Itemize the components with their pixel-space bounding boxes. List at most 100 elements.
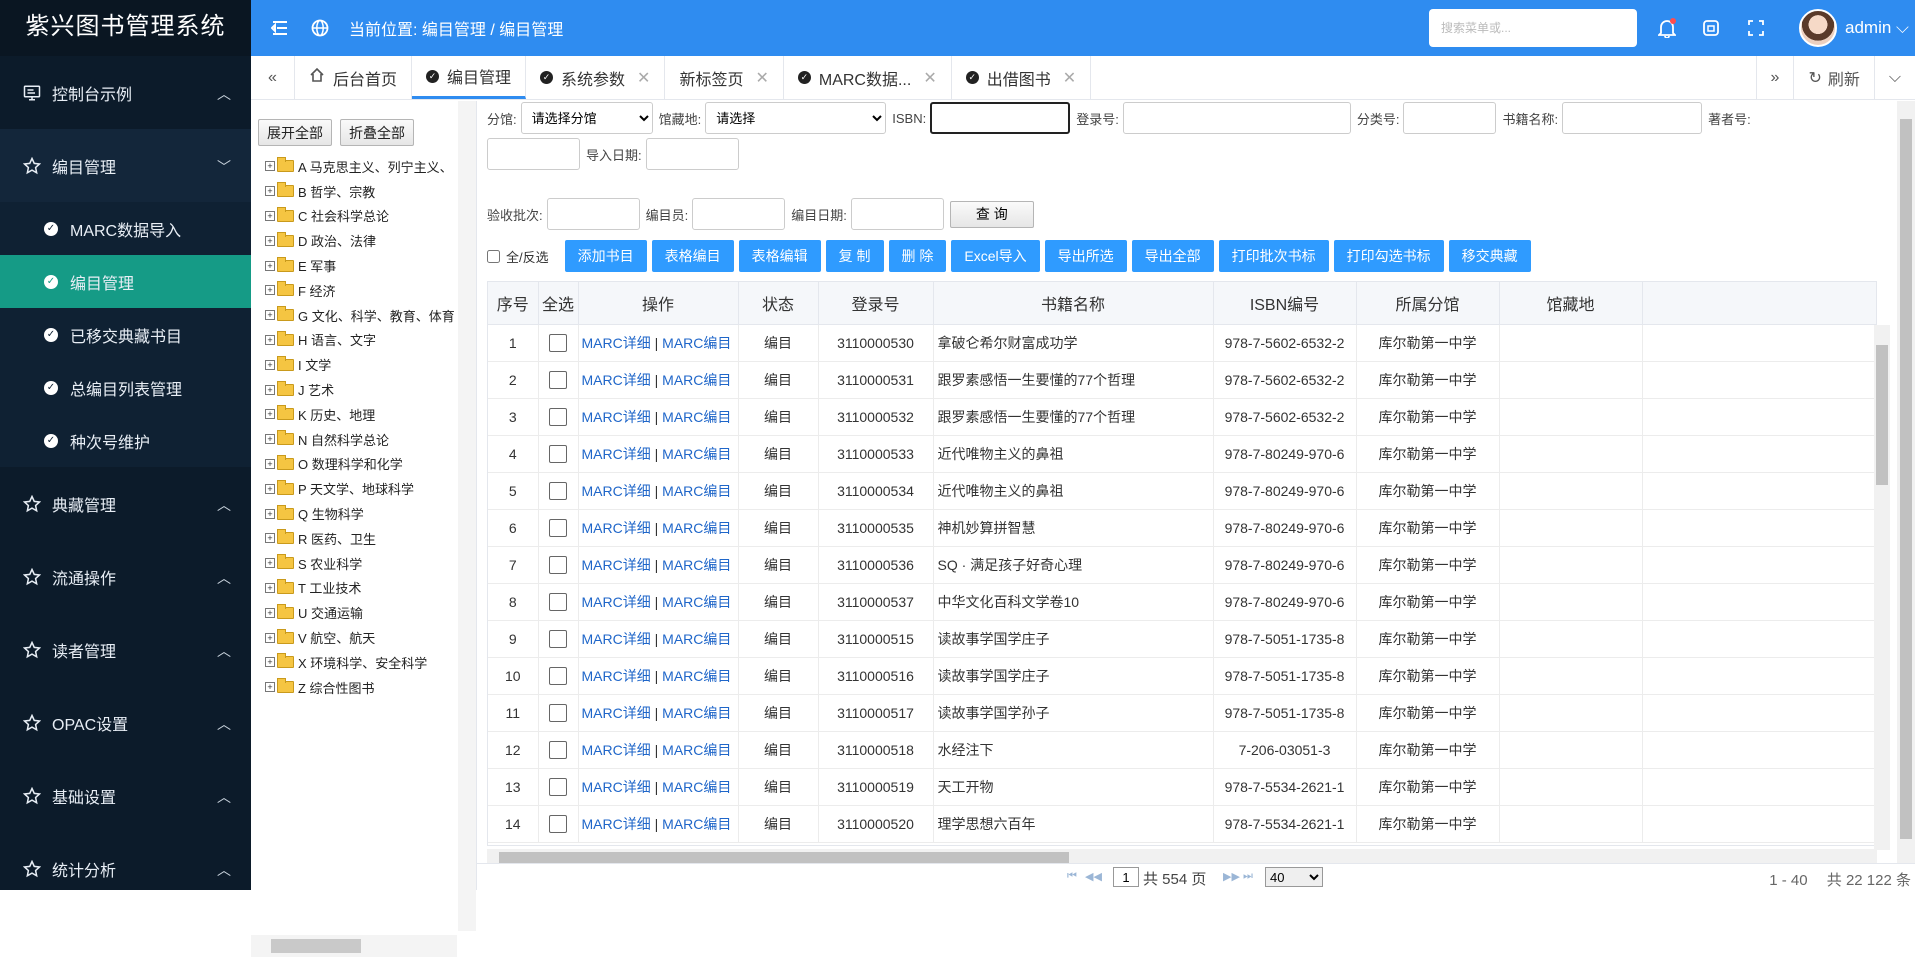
expand-plus-icon[interactable]: + — [265, 310, 275, 321]
tab-5[interactable]: ✓ 出借图书 ✕ — [952, 56, 1092, 99]
table-row[interactable]: 4 MARC详细 | MARC编目 编目 3110000533 近代唯物主义的鼻祖 978… — [488, 435, 1876, 473]
row-checkbox[interactable] — [549, 592, 567, 611]
user-menu[interactable]: admin ⌵ — [1845, 18, 1909, 38]
column-header[interactable]: ISBN编号 — [1213, 282, 1357, 325]
expand-plus-icon[interactable]: + — [265, 483, 275, 494]
action-button-10[interactable]: 移交典藏 — [1448, 240, 1531, 272]
tree-node[interactable]: + B 哲学、宗教 — [265, 179, 461, 204]
avatar[interactable] — [1799, 9, 1837, 47]
collapse-all-button[interactable]: 折叠全部 — [340, 119, 414, 146]
marc-detail-link[interactable]: MARC详细 — [582, 335, 651, 351]
expand-plus-icon[interactable]: + — [265, 434, 275, 445]
page-vertical-scrollbar[interactable] — [1897, 101, 1915, 863]
marc-edit-link[interactable]: MARC编目 — [662, 520, 731, 536]
close-icon[interactable]: ✕ — [923, 68, 936, 88]
sidebar-group-1[interactable]: 编目管理 ﹀ — [0, 129, 251, 202]
table-row[interactable]: 1 MARC详细 | MARC编目 编目 3110000530 拿破仑希尔财富成功学 97… — [488, 324, 1876, 362]
tree-vertical-scrollbar[interactable] — [458, 101, 476, 931]
row-checkbox[interactable] — [549, 370, 567, 389]
action-button-7[interactable]: 导出全部 — [1131, 240, 1214, 272]
marc-edit-link[interactable]: MARC编目 — [662, 335, 731, 351]
title-input[interactable] — [1562, 102, 1703, 134]
expand-plus-icon[interactable]: + — [265, 235, 275, 246]
table-row[interactable]: 3 MARC详细 | MARC编目 编目 3110000532 跟罗素感悟一生要懂的77… — [488, 398, 1876, 436]
expand-plus-icon[interactable]: + — [265, 458, 275, 469]
sidebar-group-7[interactable]: 统计分析 ︿ — [0, 832, 251, 905]
catalog-date-input[interactable] — [850, 198, 944, 230]
sidebar-item-3[interactable]: ✓ 总编目列表管理 — [0, 361, 251, 414]
tab-menu-chevron-icon[interactable]: ⌵ — [1873, 56, 1915, 99]
tree-scroll-thumb[interactable] — [271, 939, 361, 953]
table-row[interactable]: 11 MARC详细 | MARC编目 编目 3110000517 读故事学国学孙子 978… — [488, 694, 1876, 732]
tree-node[interactable]: + Z 综合性图书 — [265, 675, 461, 700]
action-button-9[interactable]: 打印勾选书标 — [1333, 240, 1444, 272]
expand-plus-icon[interactable]: + — [265, 161, 275, 172]
tree-node[interactable]: + C 社会科学总论 — [265, 204, 461, 229]
tabs-scroll-right-icon[interactable]: » — [1755, 56, 1794, 99]
expand-plus-icon[interactable]: + — [265, 558, 275, 569]
row-checkbox[interactable] — [549, 740, 567, 759]
regno-input[interactable] — [1122, 102, 1351, 134]
table-vscroll-thumb[interactable] — [1876, 345, 1888, 485]
class-no-input[interactable] — [1403, 102, 1497, 134]
tabs-scroll-left-icon[interactable]: « — [251, 56, 295, 99]
sidebar-group-3[interactable]: 流通操作 ︿ — [0, 540, 251, 613]
last-page-icon[interactable]: ⏭ — [1243, 870, 1253, 883]
marc-detail-link[interactable]: MARC详细 — [582, 779, 651, 795]
tree-node[interactable]: + V 航空、航天 — [265, 625, 461, 650]
row-checkbox[interactable] — [549, 407, 567, 426]
tree-node[interactable]: + I 文学 — [265, 352, 461, 377]
tree-node[interactable]: + S 农业科学 — [265, 551, 461, 576]
page-scroll-thumb[interactable] — [1900, 119, 1912, 839]
expand-plus-icon[interactable]: + — [265, 384, 275, 395]
tree-node[interactable]: + H 语言、文字 — [265, 328, 461, 353]
expand-plus-icon[interactable]: + — [265, 210, 275, 221]
marc-detail-link[interactable]: MARC详细 — [582, 816, 651, 832]
action-button-2[interactable]: 表格编辑 — [738, 240, 821, 272]
column-header[interactable]: 书籍名称 — [933, 282, 1214, 325]
tab-3[interactable]: 新标签页 ✕ — [665, 56, 784, 99]
marc-edit-link[interactable]: MARC编目 — [662, 372, 731, 388]
column-header[interactable]: 全选 — [538, 282, 579, 325]
action-button-6[interactable]: 导出所选 — [1044, 240, 1127, 272]
author-no-input[interactable] — [487, 138, 580, 170]
marc-edit-link[interactable]: MARC编目 — [662, 409, 731, 425]
tree-node[interactable]: + D 政治、法律 — [265, 228, 461, 253]
column-header[interactable]: 所属分馆 — [1356, 282, 1500, 325]
expand-plus-icon[interactable]: + — [265, 508, 275, 519]
action-button-5[interactable]: Excel导入 — [951, 240, 1040, 272]
table-row[interactable]: 10 MARC详细 | MARC编目 编目 3110000516 读故事学国学庄子 978… — [488, 657, 1876, 695]
tree-node[interactable]: + O 数理科学和化学 — [265, 452, 461, 477]
tree-node[interactable]: + E 军事 — [265, 253, 461, 278]
location-select[interactable]: 请选择 — [705, 102, 887, 134]
action-button-3[interactable]: 复 制 — [825, 240, 884, 272]
menu-search-input[interactable] — [1429, 9, 1637, 47]
row-checkbox[interactable] — [549, 555, 567, 574]
tree-node[interactable]: + T 工业技术 — [265, 576, 461, 601]
marc-edit-link[interactable]: MARC编目 — [662, 557, 731, 573]
batch-input[interactable] — [546, 198, 640, 230]
sidebar-group-4[interactable]: 读者管理 ︿ — [0, 613, 251, 686]
marc-detail-link[interactable]: MARC详细 — [582, 742, 651, 758]
table-row[interactable]: 7 MARC详细 | MARC编目 编目 3110000536 SQ · 满足孩子好奇心… — [488, 546, 1876, 584]
sidebar-item-1[interactable]: ✓ 编目管理 — [0, 255, 251, 308]
row-checkbox[interactable] — [549, 666, 567, 685]
table-row[interactable]: 9 MARC详细 | MARC编目 编目 3110000515 读故事学国学庄子 978-… — [488, 620, 1876, 658]
import-date-input[interactable] — [645, 138, 739, 170]
expand-plus-icon[interactable]: + — [265, 632, 275, 643]
marc-edit-link[interactable]: MARC编目 — [662, 446, 731, 462]
tree-node[interactable]: + U 交通运输 — [265, 600, 461, 625]
refresh-button[interactable]: ↻ 刷新 — [1793, 56, 1873, 99]
table-row[interactable]: 2 MARC详细 | MARC编目 编目 3110000531 跟罗素感悟一生要懂的77… — [488, 361, 1876, 399]
close-icon[interactable]: ✕ — [755, 68, 768, 88]
expand-all-button[interactable]: 展开全部 — [258, 119, 332, 146]
expand-plus-icon[interactable]: + — [265, 682, 275, 693]
sidebar-group-2[interactable]: 典藏管理 ︿ — [0, 467, 251, 540]
marc-detail-link[interactable]: MARC详细 — [582, 372, 651, 388]
marc-edit-link[interactable]: MARC编目 — [662, 705, 731, 721]
prev-page-icon[interactable]: ◀◀ — [1085, 870, 1102, 883]
column-header[interactable]: 操作 — [578, 282, 739, 325]
sidebar-group-6[interactable]: 基础设置 ︿ — [0, 759, 251, 832]
tree-node[interactable]: + R 医药、卫生 — [265, 526, 461, 551]
action-button-0[interactable]: 添加书目 — [564, 240, 647, 272]
